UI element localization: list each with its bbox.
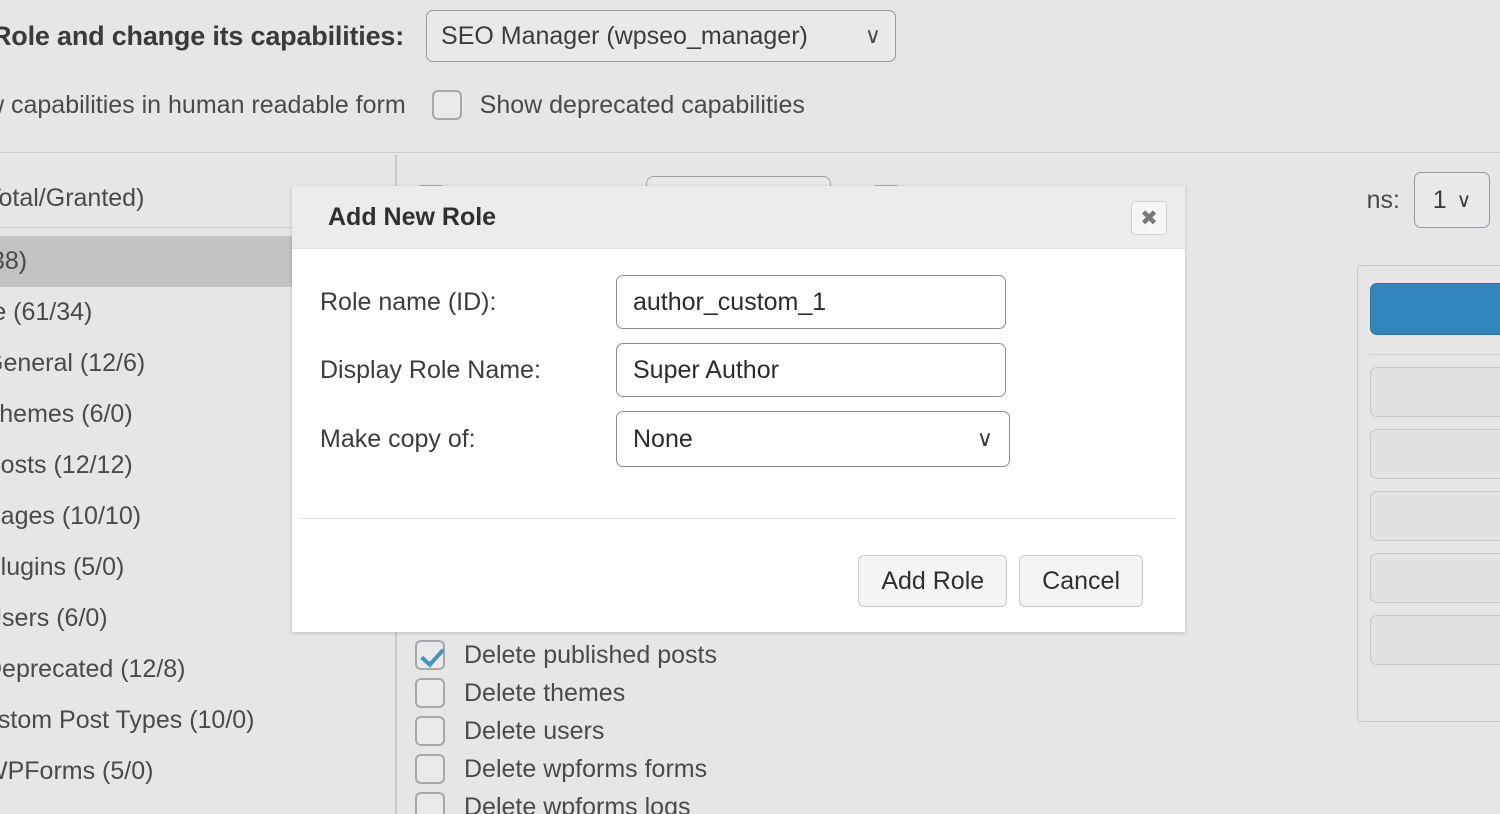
capability-row: Delete users <box>415 712 1175 750</box>
group-list-item[interactable]: WPForms (5/0) <box>0 746 292 797</box>
actions-panel: Re Ad D Dele <box>1357 265 1500 722</box>
dialog-body: Role name (ID): author_custom_1 Display … <box>292 249 1185 467</box>
capability-label: Delete users <box>464 717 604 746</box>
role-select[interactable]: SEO Manager (wpseo_manager) ∨ <box>426 10 896 62</box>
role-name-input[interactable]: author_custom_1 <box>616 275 1006 329</box>
page-root: Role and change its capabilities: SEO Ma… <box>0 0 1500 814</box>
group-list-item-label: re (61/34) <box>0 298 92 327</box>
group-list-item[interactable]: General (12/6) <box>0 338 292 389</box>
primary-action-button[interactable] <box>1370 283 1500 335</box>
close-icon[interactable]: ✖ <box>1131 201 1167 235</box>
group-list-item[interactable]: Themes (6/0) <box>0 389 292 440</box>
display-name-row: Display Role Name: Super Author <box>292 343 1185 397</box>
capability-label: Delete published posts <box>464 641 717 670</box>
group-list-item-label: Pages (10/10) <box>0 502 141 531</box>
group-list-item-label: WPForms (5/0) <box>0 757 153 786</box>
toggles-row: w capabilities in human readable form Sh… <box>0 80 1500 130</box>
group-list-item-label: Themes (6/0) <box>0 400 133 429</box>
make-copy-value: None <box>633 425 693 454</box>
page-title: Role and change its capabilities: <box>0 21 404 52</box>
role-name-row: Role name (ID): author_custom_1 <box>292 275 1185 329</box>
columns-label: ns: <box>1367 186 1400 215</box>
dialog-footer-divider <box>300 518 1177 519</box>
chevron-down-icon: ∨ <box>1457 188 1472 213</box>
group-list-item[interactable]: Pages (10/10) <box>0 491 292 542</box>
group-list-item[interactable]: re (61/34) <box>0 287 292 338</box>
group-list-item-label: Posts (12/12) <box>0 451 133 480</box>
capability-label: Delete themes <box>464 679 625 708</box>
action-button[interactable]: Re <box>1370 429 1500 479</box>
dialog-title: Add New Role <box>328 203 496 232</box>
dialog-header: Add New Role ✖ <box>292 186 1185 249</box>
make-copy-select[interactable]: None ∨ <box>616 411 1010 467</box>
page-header: Role and change its capabilities: SEO Ma… <box>0 0 1500 72</box>
capability-row: Delete themes <box>415 674 1175 712</box>
add-role-button[interactable]: Add Role <box>858 555 1007 607</box>
group-list-item[interactable]: Users (6/0) <box>0 593 292 644</box>
capability-checkbox[interactable] <box>415 678 445 708</box>
action-button[interactable] <box>1370 367 1500 417</box>
capability-checkbox[interactable] <box>415 792 445 814</box>
human-readable-label: w capabilities in human readable form <box>0 91 406 120</box>
actions-panel-divider <box>1370 354 1500 355</box>
cancel-button[interactable]: Cancel <box>1019 555 1143 607</box>
group-list-item-label: ustom Post Types (10/0) <box>0 706 255 735</box>
capability-list: Delete published posts Delete themes Delet… <box>415 636 1175 814</box>
capability-label: Delete wpforms forms <box>464 755 707 784</box>
show-deprecated-label: Show deprecated capabilities <box>480 91 805 120</box>
make-copy-row: Make copy of: None ∨ <box>292 411 1185 467</box>
group-list-item[interactable]: Deprecated (12/8) <box>0 644 292 695</box>
capability-checkbox[interactable] <box>415 716 445 746</box>
dialog-footer: Add Role Cancel <box>858 555 1143 607</box>
role-select-value: SEO Manager (wpseo_manager) <box>441 22 808 51</box>
capability-row: Delete wpforms forms <box>415 750 1175 788</box>
columns-select[interactable]: 1 ∨ <box>1414 172 1490 228</box>
chevron-down-icon: ∨ <box>865 25 881 47</box>
show-deprecated-checkbox[interactable] <box>432 90 462 120</box>
group-list-item[interactable]: /38) <box>0 236 292 287</box>
group-list-item-label: /38) <box>0 247 27 276</box>
capability-checkbox[interactable] <box>415 640 445 670</box>
group-list-item[interactable]: Plugins (5/0) <box>0 542 292 593</box>
action-button[interactable]: Dele <box>1370 615 1500 665</box>
display-name-label: Display Role Name: <box>320 356 616 385</box>
group-list-item[interactable]: Posts (12/12) <box>0 440 292 491</box>
group-list-item-label: General (12/6) <box>0 349 145 378</box>
group-list-item-label: Plugins (5/0) <box>0 553 124 582</box>
role-name-label: Role name (ID): <box>320 288 616 317</box>
display-name-input[interactable]: Super Author <box>616 343 1006 397</box>
capability-checkbox[interactable] <box>415 754 445 784</box>
capability-row: Delete published posts <box>415 636 1175 674</box>
capability-row: Delete wpforms logs <box>415 788 1175 814</box>
columns-select-value: 1 <box>1433 186 1447 215</box>
chevron-down-icon: ∨ <box>977 426 993 452</box>
groups-sidebar-divider <box>0 227 292 228</box>
capability-label: Delete wpforms logs <box>464 793 690 814</box>
group-list: /38) re (61/34) General (12/6) Themes (6/0)… <box>0 236 292 797</box>
action-button[interactable]: D <box>1370 553 1500 603</box>
add-new-role-dialog: Add New Role ✖ Role name (ID): author_cu… <box>292 186 1185 632</box>
action-button[interactable]: Ad <box>1370 491 1500 541</box>
group-list-item[interactable]: ustom Post Types (10/0) <box>0 695 292 746</box>
make-copy-label: Make copy of: <box>320 425 616 454</box>
header-divider <box>0 152 1500 153</box>
group-list-item-label: Users (6/0) <box>0 604 108 633</box>
group-list-item-label: Deprecated (12/8) <box>0 655 186 684</box>
